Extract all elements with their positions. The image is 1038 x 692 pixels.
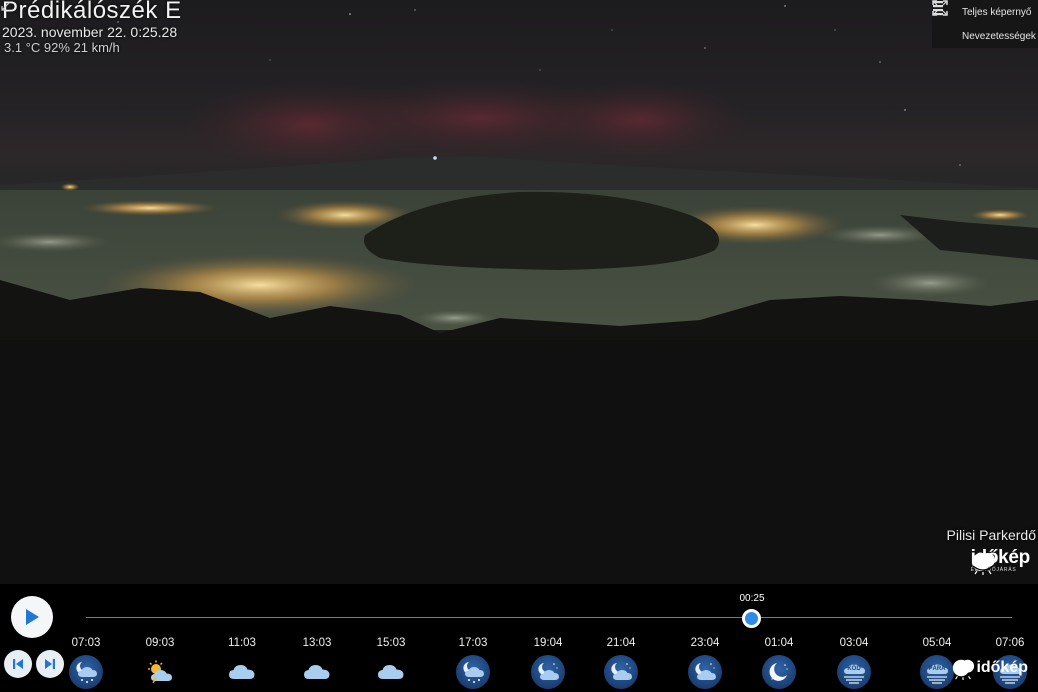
idokep-logo: időkép ÉLŐ IDŐJÁRÁS xyxy=(969,548,1030,575)
cloud-icon xyxy=(374,655,408,689)
forecast-slot[interactable]: 17:03 xyxy=(448,637,498,689)
forecast-slot[interactable]: 11:03 xyxy=(217,637,267,689)
night-cloud-snow-icon xyxy=(69,655,103,689)
forecast-slots: 07:03 09:03 11:03 13:03 15:03 17:03 19:04 21:04… xyxy=(0,584,1038,692)
forecast-slot-time: 09:03 xyxy=(145,637,175,649)
forecast-slot[interactable]: 01:04 xyxy=(754,637,804,689)
camera-datetime: 2023. november 22. 0:25.28 xyxy=(2,24,178,40)
camera-menu: Teljes képernyő Nevezetességek xyxy=(932,0,1038,48)
forecast-slot-time: 21:04 xyxy=(606,637,636,649)
idokep-footer-logo-text: időkép xyxy=(976,659,1028,676)
forecast-slot-time: 13:03 xyxy=(302,637,332,649)
night-cloud-icon xyxy=(531,655,565,689)
idokep-footer-logo-icon xyxy=(953,659,975,680)
forecast-slot[interactable]: 07:03 xyxy=(61,637,111,689)
forecast-slot-time: 23:04 xyxy=(690,637,720,649)
forecast-slot[interactable]: 15:03 xyxy=(366,637,416,689)
forecast-slot-time: 15:03 xyxy=(376,637,406,649)
night-cloud-icon xyxy=(604,655,638,689)
forecast-slot-badge: KÖD xyxy=(847,666,861,672)
forecast-slot[interactable]: 23:04 xyxy=(680,637,730,689)
forecast-slot[interactable]: 13:03 xyxy=(292,637,342,689)
webcam-landscape xyxy=(0,5,1038,584)
forecast-slot-time: 17:03 xyxy=(458,637,488,649)
moon-icon xyxy=(762,655,796,689)
fullscreen-button[interactable]: Teljes képernyő xyxy=(932,0,1038,24)
cloud-icon xyxy=(300,655,334,689)
forecast-slot-time: 01:04 xyxy=(764,637,794,649)
forecast-slot[interactable]: 03:04 KÖD xyxy=(829,637,879,689)
idokep-logo-icon xyxy=(971,553,995,575)
weather-readout: 3.1 °C 92% 21 km/h xyxy=(4,40,120,55)
list-icon xyxy=(933,1,956,47)
fog-icon: KÖD xyxy=(837,655,871,689)
forecast-slot[interactable]: 21:04 xyxy=(596,637,646,689)
forecast-slot-time: 11:03 xyxy=(228,637,256,649)
landmarks-label: Nevezetességek xyxy=(962,30,1036,42)
fog-icon: PÁRA xyxy=(920,655,954,689)
forecast-slot[interactable]: 19:04 xyxy=(523,637,573,689)
timeline-bar: 00:25 07:03 09:03 11:03 13:03 15:03 17:03 19:0… xyxy=(0,584,1038,692)
night-cloud-icon xyxy=(688,655,722,689)
webcam-image: Prédikálószék E 2023. november 22. 0:25.… xyxy=(0,0,1038,584)
camera-title: Prédikálószék E xyxy=(2,0,182,24)
landmarks-button[interactable]: Nevezetességek xyxy=(932,1,1038,48)
forecast-slot-time: 05:04 xyxy=(922,637,952,649)
forecast-slot-time: 07:06 xyxy=(995,637,1025,649)
forecast-slot[interactable]: 09:03 xyxy=(135,637,185,689)
forecast-slot-time: 03:04 xyxy=(839,637,869,649)
forecast-slot-badge: PÁRA xyxy=(928,666,946,672)
idokep-footer-logo: időkép xyxy=(950,656,1028,680)
forecast-slot-time: 19:04 xyxy=(533,637,563,649)
night-cloud-snow-icon xyxy=(456,655,490,689)
forecast-slot-time: 07:03 xyxy=(71,637,101,649)
fullscreen-label: Teljes képernyő xyxy=(962,6,1032,18)
cloud-icon xyxy=(225,655,259,689)
wind-direction-arrow-icon xyxy=(1,1,11,11)
image-credit: Pilisi Parkerdő xyxy=(946,527,1036,543)
sun-cloud-icon xyxy=(143,655,177,689)
